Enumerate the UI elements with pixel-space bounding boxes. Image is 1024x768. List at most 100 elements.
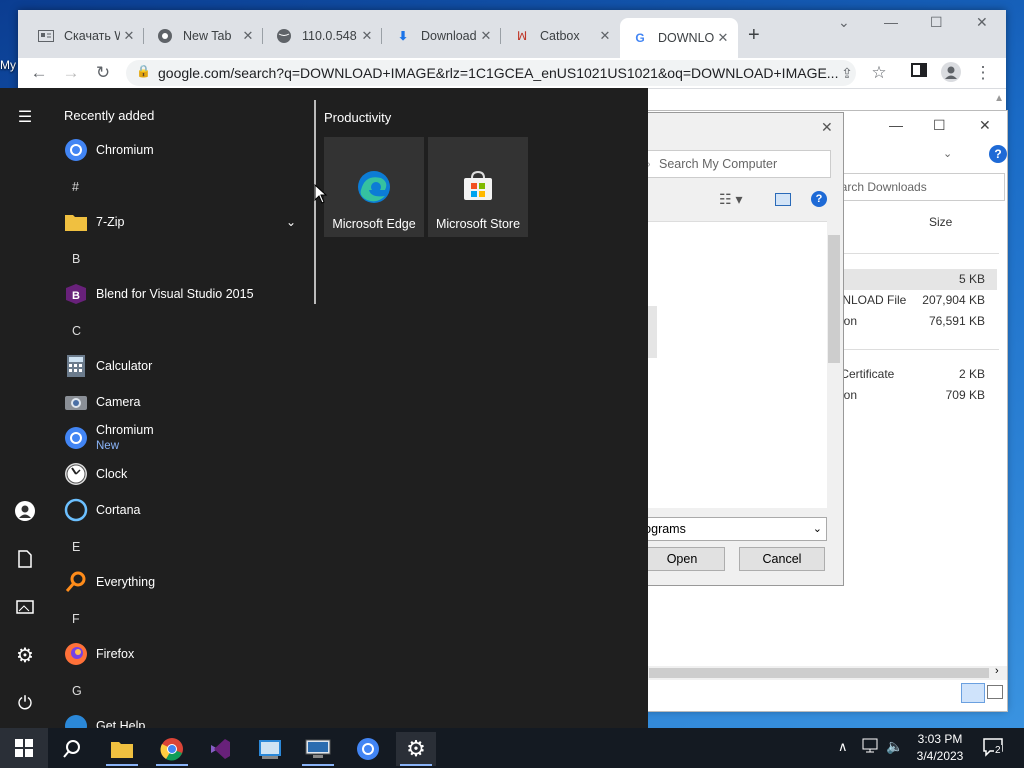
help-icon[interactable]: ? bbox=[811, 191, 827, 207]
close-tab-icon[interactable]: ✕ bbox=[358, 28, 376, 44]
show-hidden-icons-icon[interactable]: ∧ bbox=[838, 739, 848, 755]
tab-5-active[interactable]: G DOWNLO ✕ bbox=[620, 18, 738, 58]
letter-header[interactable]: E bbox=[72, 540, 80, 554]
cancel-button[interactable]: Cancel bbox=[739, 547, 825, 571]
tab-search-icon[interactable]: ⌄ bbox=[838, 14, 850, 31]
close-tab-icon[interactable]: ✕ bbox=[477, 28, 495, 44]
app-everything[interactable]: Everything bbox=[64, 564, 304, 600]
taskbar-control-panel[interactable] bbox=[250, 732, 290, 766]
list-item[interactable]: ation 709 KB bbox=[831, 385, 997, 406]
preview-pane-icon[interactable] bbox=[775, 193, 791, 206]
app-blend[interactable]: B Blend for Visual Studio 2015 bbox=[64, 276, 304, 312]
pictures-icon[interactable] bbox=[12, 594, 38, 620]
chevron-down-icon[interactable]: ⌄ bbox=[943, 147, 952, 160]
documents-icon[interactable] bbox=[12, 546, 38, 572]
start-button[interactable] bbox=[0, 728, 48, 768]
app-7zip[interactable]: 7-Zip ⌄ bbox=[64, 204, 304, 240]
list-item[interactable]: e5 KB bbox=[831, 269, 997, 290]
maximize-icon[interactable]: ☐ bbox=[930, 14, 943, 31]
power-icon[interactable]: ⏻ bbox=[12, 690, 38, 716]
hamburger-menu-icon[interactable]: ☰ bbox=[12, 104, 38, 130]
tab-4[interactable]: ꟽ Catbox ✕ bbox=[502, 22, 620, 50]
tab-strip: Скачать W ✕ New Tab ✕ 110.0.548 ✕ ⬇ Down… bbox=[18, 10, 1006, 58]
scroll-right-icon[interactable]: › bbox=[995, 665, 999, 677]
large-icons-view-icon[interactable] bbox=[987, 685, 1003, 699]
size-column-header[interactable]: Size bbox=[929, 215, 952, 229]
app-chromium-recent[interactable]: Chromium bbox=[64, 132, 304, 168]
clock[interactable]: 3:03 PM 3/4/2023 bbox=[908, 731, 972, 765]
letter-header[interactable]: G bbox=[72, 684, 82, 698]
menu-icon[interactable]: ⋮ bbox=[972, 62, 994, 84]
close-tab-icon[interactable]: ✕ bbox=[239, 28, 257, 44]
tab-0[interactable]: Скачать W ✕ bbox=[26, 22, 144, 50]
app-firefox[interactable]: Firefox bbox=[64, 636, 304, 672]
tab-title: 110.0.548 bbox=[302, 29, 357, 43]
volume-icon[interactable]: 🔈 bbox=[886, 738, 903, 755]
chromium-icon bbox=[357, 738, 379, 760]
app-chromium[interactable]: Chromium New bbox=[64, 420, 304, 456]
bookmark-star-icon[interactable]: ☆ bbox=[868, 62, 890, 84]
tile-microsoft-edge[interactable]: Microsoft Edge bbox=[324, 137, 424, 237]
reload-icon[interactable]: ↻ bbox=[92, 62, 114, 84]
close-icon[interactable]: ✕ bbox=[976, 14, 988, 31]
list-item[interactable]: WNLOAD File 207,904 KB bbox=[831, 290, 997, 311]
help-icon[interactable]: ? bbox=[989, 145, 1007, 163]
letter-header[interactable]: B bbox=[72, 252, 80, 266]
maximize-icon[interactable]: ☐ bbox=[933, 117, 946, 134]
search-icon bbox=[63, 740, 80, 758]
minimize-icon[interactable]: — bbox=[889, 117, 903, 133]
file-type-select[interactable]: rograms ⌄ bbox=[639, 517, 827, 541]
close-tab-icon[interactable]: ✕ bbox=[714, 30, 732, 46]
tab-1[interactable]: New Tab ✕ bbox=[145, 22, 263, 50]
tile-microsoft-store[interactable]: Microsoft Store bbox=[428, 137, 528, 237]
tab-3[interactable]: ⬇ Download ✕ bbox=[383, 22, 501, 50]
side-panel-icon[interactable] bbox=[908, 62, 930, 84]
desktop-icon-label[interactable]: My bbox=[0, 58, 16, 72]
search-my-computer-input[interactable]: ⌕Search My Computer bbox=[639, 150, 831, 178]
network-icon[interactable] bbox=[862, 738, 880, 757]
taskbar-file-explorer[interactable] bbox=[102, 732, 142, 766]
app-camera[interactable]: Camera bbox=[64, 384, 304, 420]
close-icon[interactable]: ✕ bbox=[821, 119, 833, 136]
taskbar-visual-studio[interactable] bbox=[200, 732, 240, 766]
close-icon[interactable]: ✕ bbox=[979, 117, 991, 134]
close-tab-icon[interactable]: ✕ bbox=[596, 28, 614, 44]
letter-header[interactable]: F bbox=[72, 612, 80, 626]
back-icon[interactable]: ← bbox=[28, 62, 50, 84]
camera-icon bbox=[64, 390, 88, 414]
search-downloads-input[interactable]: earch Downloads bbox=[829, 173, 1005, 201]
list-item[interactable]: y Certificate 2 KB bbox=[831, 364, 997, 385]
chevron-down-icon[interactable]: ⌄ bbox=[286, 215, 296, 229]
app-get-help[interactable]: Get Help bbox=[64, 708, 304, 728]
app-clock[interactable]: Clock bbox=[64, 456, 304, 492]
letter-header[interactable]: C bbox=[72, 324, 81, 338]
user-account-icon[interactable] bbox=[12, 498, 38, 524]
address-bar[interactable]: 🔒 google.com/search?q=DOWNLOAD+IMAGE&rlz… bbox=[126, 60, 856, 86]
scroll-up-icon[interactable]: ▲ bbox=[994, 93, 1004, 104]
taskbar-chromium[interactable] bbox=[348, 732, 388, 766]
app-cortana[interactable]: Cortana bbox=[64, 492, 304, 528]
file-list[interactable] bbox=[631, 221, 829, 508]
close-tab-icon[interactable]: ✕ bbox=[120, 28, 138, 44]
vertical-scrollbar[interactable] bbox=[827, 217, 841, 509]
search-button[interactable] bbox=[52, 732, 92, 766]
view-options-icon[interactable]: ☷ ▾ bbox=[719, 191, 742, 208]
taskbar-remote-desktop[interactable] bbox=[298, 732, 338, 766]
open-button[interactable]: Open bbox=[639, 547, 725, 571]
profile-icon[interactable] bbox=[940, 62, 962, 84]
tiles-group-header[interactable]: Productivity bbox=[324, 110, 391, 125]
new-tab-button[interactable]: + bbox=[748, 24, 760, 47]
horizontal-scrollbar[interactable] bbox=[631, 666, 1007, 680]
taskbar-settings[interactable]: ⚙ bbox=[396, 732, 436, 766]
list-item[interactable]: ation 76,591 KB bbox=[831, 311, 997, 332]
details-view-icon[interactable] bbox=[961, 683, 985, 703]
settings-gear-icon[interactable]: ⚙ bbox=[12, 642, 38, 668]
letter-header[interactable]: # bbox=[72, 180, 79, 194]
tab-2[interactable]: 110.0.548 ✕ bbox=[264, 22, 382, 50]
app-calculator[interactable]: Calculator bbox=[64, 348, 304, 384]
forward-icon[interactable]: → bbox=[60, 62, 82, 84]
action-center-icon[interactable]: 2 bbox=[982, 736, 1004, 761]
share-icon[interactable]: ⇪ bbox=[836, 62, 858, 84]
minimize-icon[interactable]: — bbox=[884, 14, 898, 30]
taskbar-chrome[interactable] bbox=[152, 732, 192, 766]
